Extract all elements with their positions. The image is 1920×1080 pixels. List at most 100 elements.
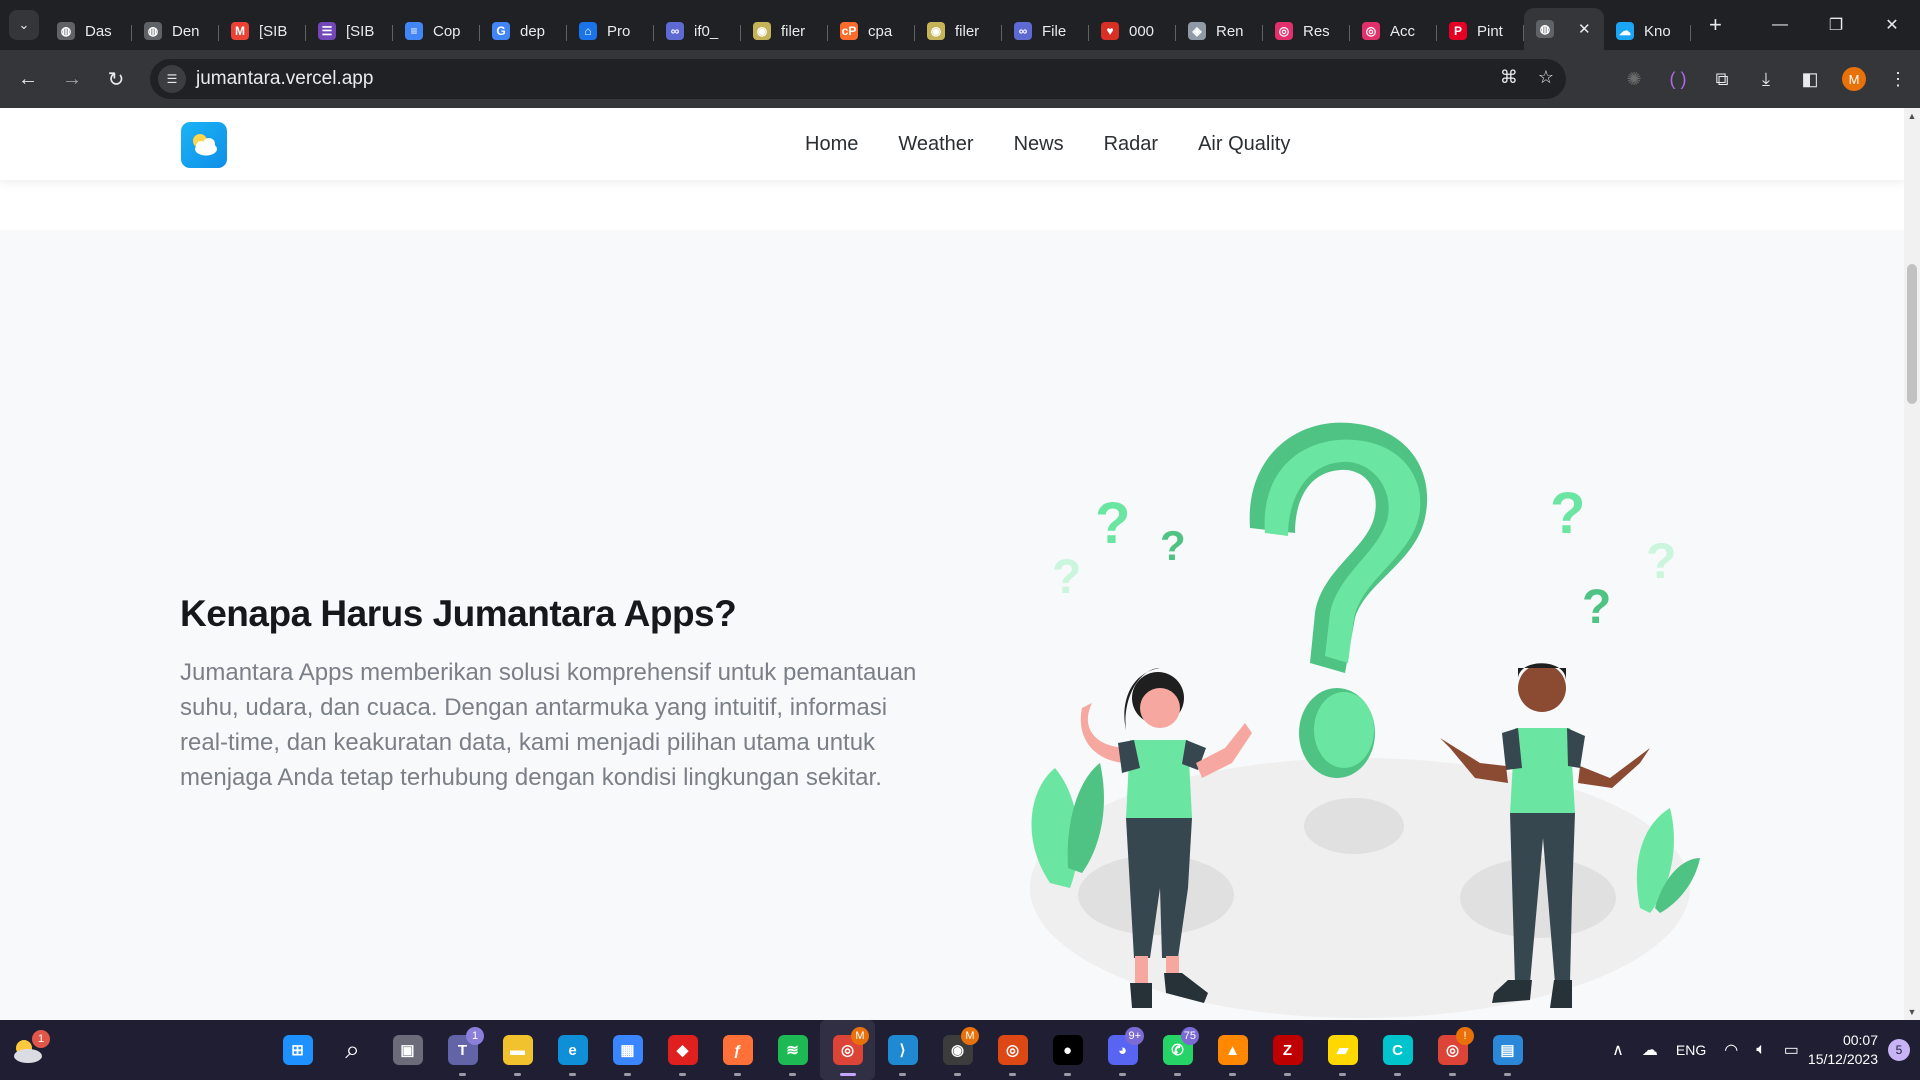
nav-weather[interactable]: Weather [898,133,973,156]
nav-air-quality[interactable]: Air Quality [1198,133,1290,156]
taskbar-app-vlc[interactable]: ▲ [1205,1020,1260,1080]
scrollbar-thumb[interactable] [1907,264,1917,404]
bookmark-star-icon[interactable]: ☆ [1538,67,1554,88]
svg-text:?: ? [1646,533,1677,589]
taskbar-app-app-ubuntu[interactable]: ◎ [985,1020,1040,1080]
taskbar-app-spotify[interactable]: ≋ [765,1020,820,1080]
running-indicator [899,1073,906,1076]
notification-count-badge[interactable]: 5 [1888,1039,1910,1061]
taskbar-app-search[interactable]: ⌕ [325,1020,380,1080]
taskbar-app-canva[interactable]: C [1370,1020,1425,1080]
browser-tab[interactable]: ☁ Kno [1604,12,1691,50]
browser-tab[interactable]: ♥ 000 [1089,12,1176,50]
taskbar-app-vscode[interactable]: ⟩ [875,1020,930,1080]
back-button[interactable]: ← [8,59,48,99]
taskbar-app-edge[interactable]: e [545,1020,600,1080]
taskbar-app-github[interactable]: ● [1040,1020,1095,1080]
browser-tab[interactable]: ☰ [SIB [306,12,393,50]
taskbar-app-app-red[interactable]: ◆ [655,1020,710,1080]
battery-icon[interactable]: ▭ [1784,1040,1799,1060]
close-window-button[interactable]: ✕ [1864,0,1920,50]
browser-tab[interactable]: ◍ Den [132,12,219,50]
extension-bug-icon[interactable]: ✺ [1612,59,1656,99]
browser-tab[interactable]: Gdep [480,12,567,50]
translate-icon[interactable]: ⌘ [1500,67,1518,88]
taskbar-app-file-explorer[interactable]: ▬ [490,1020,545,1080]
site-info-icon[interactable]: ☰ [158,65,186,93]
app-badge: 75 [1180,1027,1199,1045]
browser-tab[interactable]: ◍ ✕ [1524,8,1604,50]
new-tab-button[interactable]: + [1709,12,1733,38]
taskbar-app-sticky-notes[interactable]: ▰ [1315,1020,1370,1080]
forward-button[interactable]: → [52,59,92,99]
taskbar-app-app-photo[interactable]: ▤ [1480,1020,1535,1080]
volume-icon[interactable]: 🔈︎ [1756,1041,1766,1059]
browser-tab[interactable]: ∞ if0_ [654,12,741,50]
tab-title: filer [955,22,980,40]
sticky-notes-icon: ▰ [1327,1035,1358,1065]
nav-home[interactable]: Home [805,133,858,156]
clock[interactable]: 00:07 15/12/2023 [1808,1031,1878,1069]
reload-button[interactable]: ↻ [96,59,136,99]
taskbar-app-store[interactable]: ▦ [600,1020,655,1080]
close-tab-icon[interactable]: ✕ [1578,20,1591,38]
extension-brackets-icon[interactable]: ( ) [1656,59,1700,99]
tab-title: [SIB [259,22,288,40]
minimize-button[interactable]: — [1752,0,1808,50]
browser-tab[interactable]: ∞ File [1002,12,1089,50]
browser-tab[interactable]: ⌂ Pro [567,12,654,50]
scroll-up-arrow-icon[interactable]: ▲ [1904,108,1920,124]
start-icon: ⊞ [282,1035,313,1065]
restore-button[interactable]: ❐ [1808,0,1864,50]
menu-kebab-icon[interactable]: ⋮ [1876,59,1920,99]
browser-tab[interactable]: P Pint [1437,12,1524,50]
weather-widget[interactable]: 1 [10,1030,50,1068]
tab-search-button[interactable]: ⌄ [9,10,39,40]
browser-tab[interactable]: ◎ Res [1263,12,1350,50]
taskbar-app-chrome-2[interactable]: ◎! [1425,1020,1480,1080]
browser-tab[interactable]: ◉ filer [741,12,828,50]
browser-tab[interactable]: ◍ Das [45,12,132,50]
windows-taskbar: 1 ⊞ ⌕ ▣ T 1 ▬ e ▦ ◆ ƒ ≋ ◎ M ⟩ ◉ M ◎ ● ◕ 9+ ✆ 75 ▲ Z ▰ C ◎! ▤ ∧ ☁ EN… [0,1020,1920,1080]
extensions-puzzle-icon[interactable]: ⧉ [1700,59,1744,99]
app-ubuntu-icon: ◎ [997,1035,1028,1065]
tab-title: Cop [433,22,461,40]
site-logo[interactable] [181,122,227,168]
tab-title: cpa [868,22,893,40]
browser-tab[interactable]: ◈ Ren [1176,12,1263,50]
section-title: Kenapa Harus Jumantara Apps? [180,593,737,634]
taskbar-app-firefox[interactable]: ƒ [710,1020,765,1080]
layers-icon: ◈ [1188,22,1206,40]
language-indicator[interactable]: ENG [1676,1042,1706,1058]
url-text[interactable]: jumantara.vercel.app [196,68,373,90]
tray-chevron-icon[interactable]: ∧ [1612,1040,1624,1060]
home-icon: ⌂ [579,22,597,40]
page-scrollbar[interactable]: ▲ ▼ [1904,108,1920,1020]
taskbar-app-chrome[interactable]: ◎ M [820,1020,875,1080]
taskbar-app-task-view[interactable]: ▣ [380,1020,435,1080]
download-icon[interactable]: ⤓ [1744,59,1788,99]
taskbar-app-app-radar[interactable]: ◉ M [930,1020,985,1080]
site-menu: Home Weather News Radar Air Quality [805,108,1290,180]
wifi-icon[interactable]: ◠ [1724,1040,1738,1060]
scroll-down-arrow-icon[interactable]: ▼ [1904,1004,1920,1020]
taskbar-app-teams[interactable]: T1 [435,1020,490,1080]
taskbar-app-start[interactable]: ⊞ [270,1020,325,1080]
taskbar-app-discord[interactable]: ◕ 9+ [1095,1020,1150,1080]
tab-title: File [1042,22,1067,40]
nav-radar[interactable]: Radar [1104,133,1158,156]
taskbar-app-filezilla[interactable]: Z [1260,1020,1315,1080]
browser-tab[interactable]: ≡ Cop [393,12,480,50]
browser-tab[interactable]: M [SIB [219,12,306,50]
browser-tab[interactable]: cP cpa [828,12,915,50]
browser-tab[interactable]: ◉ filer [915,12,1002,50]
app-red-icon: ◆ [667,1035,698,1065]
profile-avatar[interactable]: M [1842,67,1866,91]
nav-news[interactable]: News [1014,133,1064,156]
side-panel-icon[interactable]: ◧ [1788,59,1832,99]
onedrive-cloud-icon[interactable]: ☁ [1642,1040,1658,1060]
browser-tab[interactable]: ◎ Acc [1350,12,1437,50]
address-bar[interactable]: ☰ jumantara.vercel.app ⌘ ☆ [150,59,1566,99]
taskbar-app-whatsapp[interactable]: ✆ 75 [1150,1020,1205,1080]
running-indicator [1174,1073,1181,1076]
